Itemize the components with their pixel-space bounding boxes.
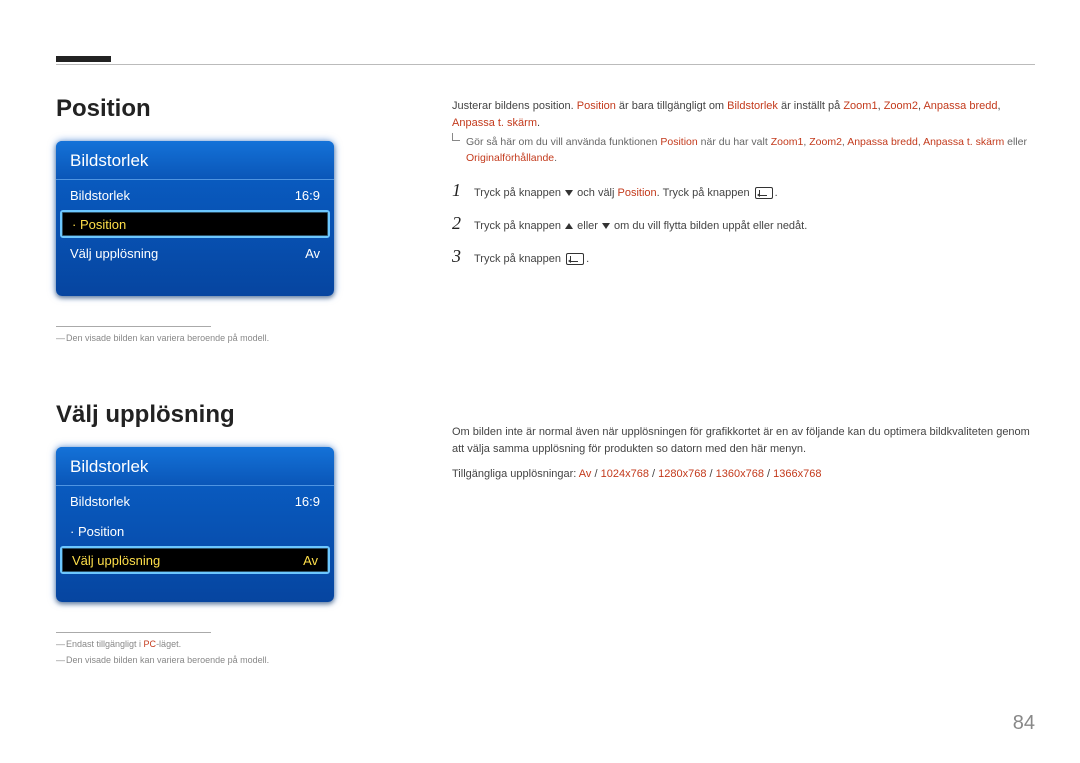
section-title-upplosning: Välj upplösning [56,401,366,429]
menu-title-1: Bildstorlek [56,141,334,180]
step-text: Tryck på knappen . [474,251,1032,268]
menu-row-bildstorlek-2[interactable]: Bildstorlek 16:9 [56,486,334,516]
step-3: 3 Tryck på knappen . [452,243,1032,270]
menu-row-label: Position [70,524,124,539]
step-number: 3 [452,243,474,270]
step-2: 2 Tryck på knappen eller om du vill flyt… [452,210,1032,237]
tick-icon [452,133,460,141]
triangle-down-icon [602,223,610,229]
section-upplosning: Välj upplösning Bildstorlek Bildstorlek … [56,401,366,665]
section-position: Position Bildstorlek Bildstorlek 16:9 Po… [56,95,366,343]
menu-row-value: 16:9 [295,188,320,203]
enter-icon [566,253,584,265]
menu-box-1: Bildstorlek Bildstorlek 16:9 Position Vä… [56,141,334,296]
menu-title-2: Bildstorlek [56,447,334,486]
menu-row-position-2[interactable]: Position [56,516,334,546]
menu-row-upplosning-2[interactable]: Välj upplösning Av [60,546,330,574]
section-title-position: Position [56,95,366,123]
note-line: ―Den visade bilden kan variera beroende … [56,655,366,665]
left-column: Position Bildstorlek Bildstorlek 16:9 Po… [56,95,366,671]
note-rule [56,326,211,327]
right-column-1: Justerar bildens position. Position är b… [452,98,1032,276]
triangle-up-icon [565,223,573,229]
menu-row-upplosning[interactable]: Välj upplösning Av [56,238,334,268]
page-number: 84 [1013,712,1035,735]
step-number: 2 [452,210,474,237]
menu-row-value: Av [305,246,320,261]
menu-box-2: Bildstorlek Bildstorlek 16:9 Position Vä… [56,447,334,602]
menu-row-bildstorlek[interactable]: Bildstorlek 16:9 [56,180,334,210]
step-number: 1 [452,177,474,204]
step-text: Tryck på knappen eller om du vill flytta… [474,218,1032,235]
upplosning-para: Om bilden inte är normal även när upplös… [452,424,1032,458]
triangle-down-icon [565,190,573,196]
available-resolutions: Tillgängliga upplösningar: Av / 1024x768… [452,466,1032,483]
menu-row-value: 16:9 [295,494,320,509]
note-block-1: ―Den visade bilden kan variera beroende … [56,326,366,343]
note-rule [56,632,211,633]
step-text: Tryck på knappen och välj Position. Tryc… [474,185,1032,202]
menu-row-label: Välj upplösning [70,246,158,261]
step-1: 1 Tryck på knappen och välj Position. Tr… [452,177,1032,204]
menu-row-label: Bildstorlek [70,494,130,509]
header-rule [56,64,1035,65]
note-block-2: ―Endast tillgängligt i PC-läget. ―Den vi… [56,632,366,665]
menu-row-label: Bildstorlek [70,188,130,203]
header-marker [56,56,111,62]
menu-row-label: Position [72,217,126,232]
menu-row-label: Välj upplösning [72,553,160,568]
menu-row-value: Av [303,553,318,568]
intro-para: Justerar bildens position. Position är b… [452,98,1032,131]
note-line: ―Endast tillgängligt i PC-läget. [56,639,366,649]
sub-para: Gör så här om du vill använda funktionen… [452,135,1032,167]
enter-icon [755,187,773,199]
right-column-2: Om bilden inte är normal även när upplös… [452,424,1032,487]
note-line: ―Den visade bilden kan variera beroende … [56,333,366,343]
menu-row-position[interactable]: Position [60,210,330,238]
